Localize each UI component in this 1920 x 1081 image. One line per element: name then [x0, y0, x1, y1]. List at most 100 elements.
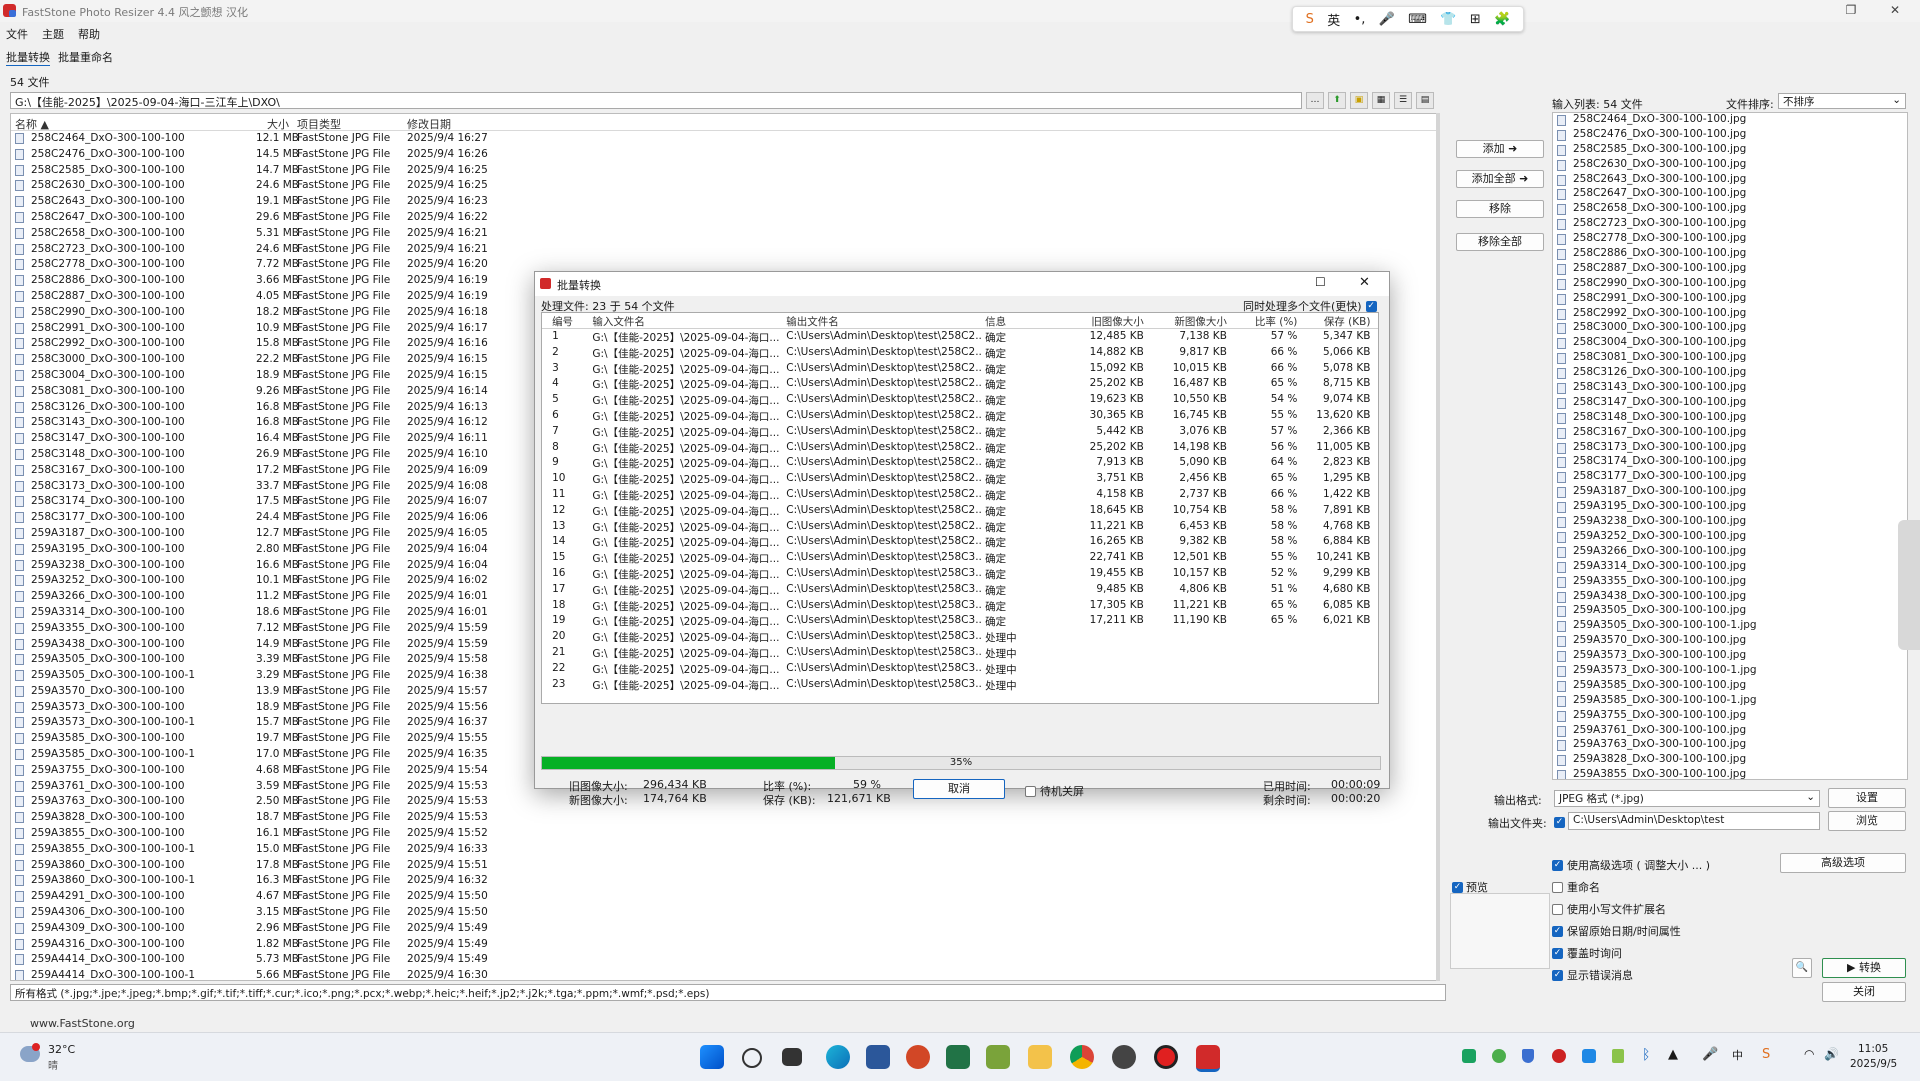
microphone-icon[interactable]: 🎤	[1702, 1047, 1718, 1062]
list-item[interactable]: 258C3126_DxO-300-100-100.jpg	[1553, 366, 1907, 381]
app-icon[interactable]	[1112, 1045, 1136, 1069]
volume-icon[interactable]: 🔊	[1824, 1047, 1839, 1061]
list-item[interactable]: 259A3438_DxO-300-100-100.jpg	[1553, 590, 1907, 605]
convert-button[interactable]: ▶ 转换	[1822, 958, 1906, 978]
table-row[interactable]: 14 G:\【佳能-2025】\2025-09-04-海口... C:\Users\…	[542, 534, 1378, 550]
table-row[interactable]: 259A3855_DxO-300-100-100-1 15.0 MB FastSto…	[11, 842, 1437, 858]
list-item[interactable]: 258C2630_DxO-300-100-100.jpg	[1553, 158, 1907, 173]
table-row[interactable]: 258C2647_DxO-300-100-100 29.6 MB FastStone…	[11, 210, 1437, 226]
powerpoint-icon[interactable]	[906, 1045, 930, 1069]
list-item[interactable]: 258C3173_DxO-300-100-100.jpg	[1553, 441, 1907, 456]
file-explorer-icon[interactable]	[1028, 1045, 1052, 1069]
view-details-icon[interactable]: ▤	[1416, 92, 1434, 109]
table-row[interactable]: 258C2476_DxO-300-100-100 14.5 MB FastStone…	[11, 147, 1437, 163]
clock-time[interactable]: 11:05	[1858, 1043, 1888, 1055]
table-row[interactable]: 3 G:\【佳能-2025】\2025-09-04-海口... C:\Users\A…	[542, 361, 1378, 377]
table-row[interactable]: 5 G:\【佳能-2025】\2025-09-04-海口... C:\Users\A…	[542, 392, 1378, 408]
security-icon[interactable]	[1522, 1049, 1534, 1063]
list-item[interactable]: 259A3573_DxO-300-100-100-1.jpg	[1553, 664, 1907, 679]
checkbox-show-errors[interactable]: ✓	[1552, 969, 1563, 981]
ime-tool-icon[interactable]: ⊞	[1470, 12, 1481, 27]
table-row[interactable]: 20 G:\【佳能-2025】\2025-09-04-海口... C:\Users\…	[542, 629, 1378, 645]
close-button[interactable]: 关闭	[1822, 982, 1906, 1002]
list-item[interactable]: 259A3761_DxO-300-100-100.jpg	[1553, 724, 1907, 739]
list-item[interactable]: 258C2476_DxO-300-100-100.jpg	[1553, 128, 1907, 143]
list-item[interactable]: 258C2647_DxO-300-100-100.jpg	[1553, 187, 1907, 202]
option-lowercase-ext[interactable]: 使用小写文件扩展名	[1552, 901, 1666, 917]
chrome-icon[interactable]	[1070, 1045, 1094, 1069]
conversion-col-header[interactable]: 旧图像大小	[1061, 314, 1144, 329]
ime-tool-icon[interactable]: 🧩	[1494, 12, 1510, 27]
checkbox-keep-date[interactable]: ✓	[1552, 925, 1563, 937]
table-row[interactable]: 6 G:\【佳能-2025】\2025-09-04-海口... C:\Users\A…	[542, 408, 1378, 424]
add-button[interactable]: 添加 ➜	[1456, 140, 1544, 158]
wechat-icon[interactable]	[1462, 1049, 1476, 1063]
table-row[interactable]: 23 G:\【佳能-2025】\2025-09-04-海口... C:\Users\…	[542, 677, 1378, 693]
col-type[interactable]: 项目类型	[297, 116, 341, 132]
table-row[interactable]: 259A3860_DxO-300-100-100-1 16.3 MB FastSto…	[11, 873, 1437, 889]
standby-option[interactable]: 待机关屏	[1025, 783, 1084, 799]
sort-select[interactable]: 不排序 ⌄	[1778, 93, 1906, 109]
table-row[interactable]: 258C2643_DxO-300-100-100 19.1 MB FastStone…	[11, 194, 1437, 210]
ime-tool-icon[interactable]: •,	[1354, 12, 1366, 27]
list-item[interactable]: 258C2585_DxO-300-100-100.jpg	[1553, 143, 1907, 158]
option-keep-date[interactable]: ✓ 保留原始日期/时间属性	[1552, 923, 1681, 939]
ime-tool-icon[interactable]: ⌨	[1408, 12, 1427, 27]
excel-icon[interactable]	[946, 1045, 970, 1069]
record-app-icon[interactable]	[1154, 1045, 1178, 1069]
output-folder-input[interactable]: C:\Users\Admin\Desktop\test	[1568, 812, 1820, 830]
list-item[interactable]: 258C3167_DxO-300-100-100.jpg	[1553, 426, 1907, 441]
side-panel-handle[interactable]	[1898, 520, 1920, 650]
menu-help[interactable]: 帮助	[78, 26, 100, 42]
start-icon[interactable]	[700, 1045, 724, 1069]
table-row[interactable]: 16 G:\【佳能-2025】\2025-09-04-海口... C:\Users\…	[542, 566, 1378, 582]
faststone-taskbar-icon[interactable]	[1196, 1045, 1220, 1072]
checkbox-lowercase-ext[interactable]	[1552, 903, 1563, 915]
dialog-close-icon[interactable]: ✕	[1359, 275, 1370, 290]
list-item[interactable]: 258C2990_DxO-300-100-100.jpg	[1553, 277, 1907, 292]
wifi-icon[interactable]: ◠	[1804, 1047, 1814, 1061]
sogou-icon[interactable]: S	[1762, 1047, 1770, 1062]
restore-icon[interactable]: ❐	[1842, 2, 1860, 18]
input-file-list[interactable]: 258C2464_DxO-300-100-100.jpg 258C2476_DxO…	[1552, 112, 1908, 780]
up-folder-icon[interactable]: ⬆	[1328, 92, 1346, 109]
advanced-options-button[interactable]: 高级选项	[1780, 853, 1906, 873]
ime-tool-icon[interactable]: 👕	[1440, 12, 1456, 27]
menu-file[interactable]: 文件	[6, 26, 28, 42]
list-item[interactable]: 258C3004_DxO-300-100-100.jpg	[1553, 336, 1907, 351]
list-item[interactable]: 258C3147_DxO-300-100-100.jpg	[1553, 396, 1907, 411]
list-item[interactable]: 259A3573_DxO-300-100-100.jpg	[1553, 649, 1907, 664]
table-row[interactable]: 7 G:\【佳能-2025】\2025-09-04-海口... C:\Users\A…	[542, 424, 1378, 440]
output-format-select[interactable]: JPEG 格式 (*.jpg) ⌄	[1554, 790, 1820, 807]
table-row[interactable]: 259A3855_DxO-300-100-100 16.1 MB FastStone…	[11, 826, 1437, 842]
list-item[interactable]: 259A3505_DxO-300-100-100-1.jpg	[1553, 619, 1907, 634]
table-row[interactable]: 19 G:\【佳能-2025】\2025-09-04-海口... C:\Users\…	[542, 613, 1378, 629]
table-row[interactable]: 21 G:\【佳能-2025】\2025-09-04-海口... C:\Users\…	[542, 645, 1378, 661]
list-item[interactable]: 259A3755_DxO-300-100-100.jpg	[1553, 709, 1907, 724]
list-item[interactable]: 259A3763_DxO-300-100-100.jpg	[1553, 738, 1907, 753]
list-item[interactable]: 259A3266_DxO-300-100-100.jpg	[1553, 545, 1907, 560]
cancel-button[interactable]: 取消	[913, 779, 1005, 799]
table-row[interactable]: 1 G:\【佳能-2025】\2025-09-04-海口... C:\Users\A…	[542, 329, 1378, 345]
conversion-col-header[interactable]: 输出文件名	[786, 314, 982, 329]
table-row[interactable]: 8 G:\【佳能-2025】\2025-09-04-海口... C:\Users\A…	[542, 440, 1378, 456]
format-filter-select[interactable]: 所有格式 (*.jpg;*.jpe;*.jpeg;*.bmp;*.gif;*.t…	[10, 984, 1446, 1001]
list-item[interactable]: 258C2658_DxO-300-100-100.jpg	[1553, 202, 1907, 217]
list-item[interactable]: 259A3585_DxO-300-100-100-1.jpg	[1553, 694, 1907, 709]
table-row[interactable]: 258C2585_DxO-300-100-100 14.7 MB FastStone…	[11, 163, 1437, 179]
table-row[interactable]: 18 G:\【佳能-2025】\2025-09-04-海口... C:\Users\…	[542, 598, 1378, 614]
list-item[interactable]: 259A3355_DxO-300-100-100.jpg	[1553, 575, 1907, 590]
table-row[interactable]: 13 G:\【佳能-2025】\2025-09-04-海口... C:\Users\…	[542, 519, 1378, 535]
list-item[interactable]: 258C2992_DxO-300-100-100.jpg	[1553, 307, 1907, 322]
table-row[interactable]: 4 G:\【佳能-2025】\2025-09-04-海口... C:\Users\A…	[542, 376, 1378, 392]
table-row[interactable]: 259A4316_DxO-300-100-100 1.82 MB FastStone…	[11, 937, 1437, 953]
option-show-errors[interactable]: ✓ 显示错误消息	[1552, 967, 1633, 983]
conversion-col-header[interactable]: 信息	[985, 314, 1061, 329]
conversion-col-header[interactable]: 输入文件名	[592, 314, 781, 329]
close-icon[interactable]: ✕	[1886, 2, 1904, 18]
path-input[interactable]: G:\【佳能-2025】\2025-09-04-海口-三江车上\DXO\	[10, 92, 1302, 109]
checkbox-advanced[interactable]: ✓	[1552, 859, 1563, 871]
word-icon[interactable]	[866, 1045, 890, 1069]
task-view-icon[interactable]	[782, 1048, 802, 1066]
browse-button[interactable]: 浏览	[1828, 811, 1906, 831]
